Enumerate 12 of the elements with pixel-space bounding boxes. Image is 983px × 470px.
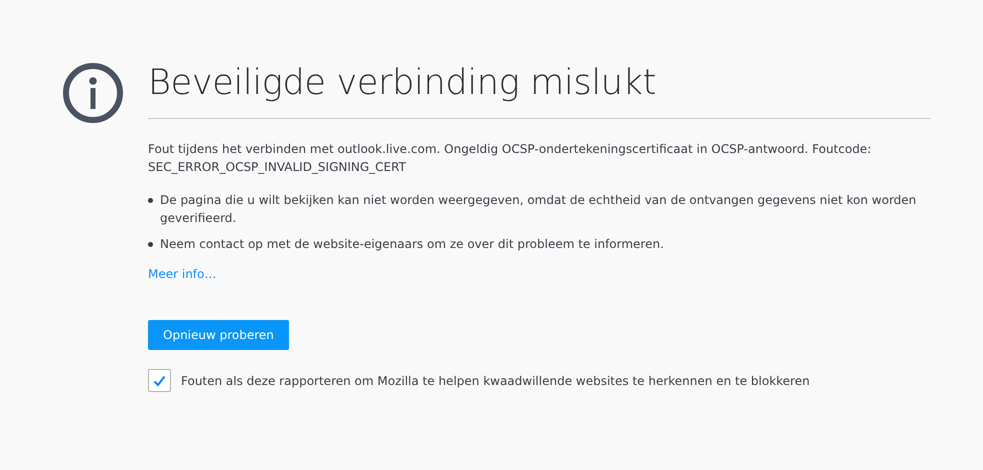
bullet-text: Neem contact op met de website-eigenaars om ze over dit probleem te informeren. [160,236,664,253]
more-info-link[interactable]: Meer info… [148,267,216,281]
page-title: Beveiligde verbinding mislukt [148,62,930,119]
report-checkbox[interactable] [148,369,171,392]
info-icon [62,62,124,124]
checkmark-icon [153,374,166,386]
bullet-icon [148,198,153,203]
bullet-text: De pagina die u wilt bekijken kan niet worden weergegeven, omdat de echtheid van de ontvangen gegevens niet kon worden geverifieerd. [160,192,918,227]
retry-button[interactable]: Opnieuw proberen [148,320,289,350]
error-message: Fout tijdens het verbinden met outlook.live.com. Ongeldig OCSP-ondertekeningscertificaat in OCSP-antwoord. Foutcode: SEC_ERROR_OCSP_INVALID_SIGNING_CERT [148,141,872,176]
report-checkbox-label: Fouten als deze rapporteren om Mozilla te helpen kwaadwillende websites te herkennen en te blokkeren [181,374,810,388]
bullet-icon [148,242,153,247]
